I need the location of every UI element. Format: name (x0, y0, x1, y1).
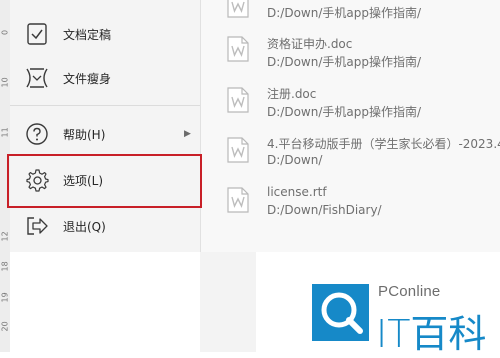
ruler-number: 19 (0, 292, 10, 303)
menu-item-label: 文档定稿 (63, 27, 112, 42)
word-file-icon (227, 87, 249, 113)
ruler-number: 11 (0, 127, 10, 138)
recent-file-item[interactable]: 注册.doc D:/Down/手机app操作指南/ (201, 83, 500, 133)
options-highlight-box (7, 154, 202, 208)
file-name: 资格证申办.doc (267, 37, 353, 51)
file-name: 4.平台移动版手册（学生家长必看）-2023.4 (267, 137, 500, 151)
ruler-number: 18 (0, 261, 10, 272)
menu-item-finalize[interactable]: 文档定稿 (10, 14, 200, 54)
menu-item-slim-file[interactable]: 文件瘦身 (10, 58, 200, 98)
file-path: D:/Down/手机app操作指南/ (267, 55, 422, 69)
exit-icon (24, 213, 50, 239)
help-icon (24, 121, 50, 147)
chevron-right-icon: ▶ (184, 129, 191, 139)
file-path: D:/Down/ (267, 153, 323, 167)
recent-file-item[interactable]: 4.平台移动版手册（学生家长必看）-2023.4 D:/Down/ (201, 133, 500, 183)
slim-file-icon (24, 65, 50, 91)
file-name: license.rtf (267, 185, 327, 199)
menu-item-label: 文件瘦身 (63, 71, 112, 86)
file-path: D:/Down/手机app操作指南/ (267, 105, 422, 119)
watermark-brand: PConline (378, 283, 441, 300)
recent-file-item[interactable]: 资格证申办.doc D:/Down/手机app操作指南/ (201, 32, 500, 82)
recent-file-item[interactable]: D:/Down/手机app操作指南/ (201, 0, 500, 30)
ruler-number: 10 (0, 77, 10, 88)
ruler-number: 12 (0, 231, 10, 242)
doc-check-icon (24, 21, 50, 47)
pconline-logo (312, 284, 369, 341)
word-file-icon (227, 0, 249, 18)
ruler-number: 0 (0, 29, 10, 36)
file-path: D:/Down/手机app操作指南/ (267, 6, 422, 20)
file-path: D:/Down/FishDiary/ (267, 203, 382, 217)
menu-item-help[interactable]: 帮助(H) ▶ (10, 114, 200, 154)
document-page-gap (200, 252, 256, 352)
word-file-icon (227, 137, 249, 163)
ruler-number: 20 (0, 321, 10, 332)
menu-item-label: 退出(Q) (63, 219, 106, 234)
recent-file-item[interactable]: license.rtf D:/Down/FishDiary/ (201, 183, 500, 233)
menu-separator (10, 105, 200, 106)
app-menu-panel: 文档定稿 文件瘦身 帮助(H) ▶ 选项(L) 退出(Q) (10, 0, 201, 252)
menu-item-exit[interactable]: 退出(Q) (10, 206, 200, 246)
word-file-icon (227, 36, 249, 62)
menu-item-label: 帮助(H) (63, 127, 106, 142)
recent-files-list: D:/Down/手机app操作指南/ 资格证申办.doc D:/Down/手机a… (201, 0, 500, 252)
word-file-icon (227, 187, 249, 213)
watermark-name: IT百科 (376, 312, 487, 356)
file-name: 注册.doc (267, 87, 317, 101)
